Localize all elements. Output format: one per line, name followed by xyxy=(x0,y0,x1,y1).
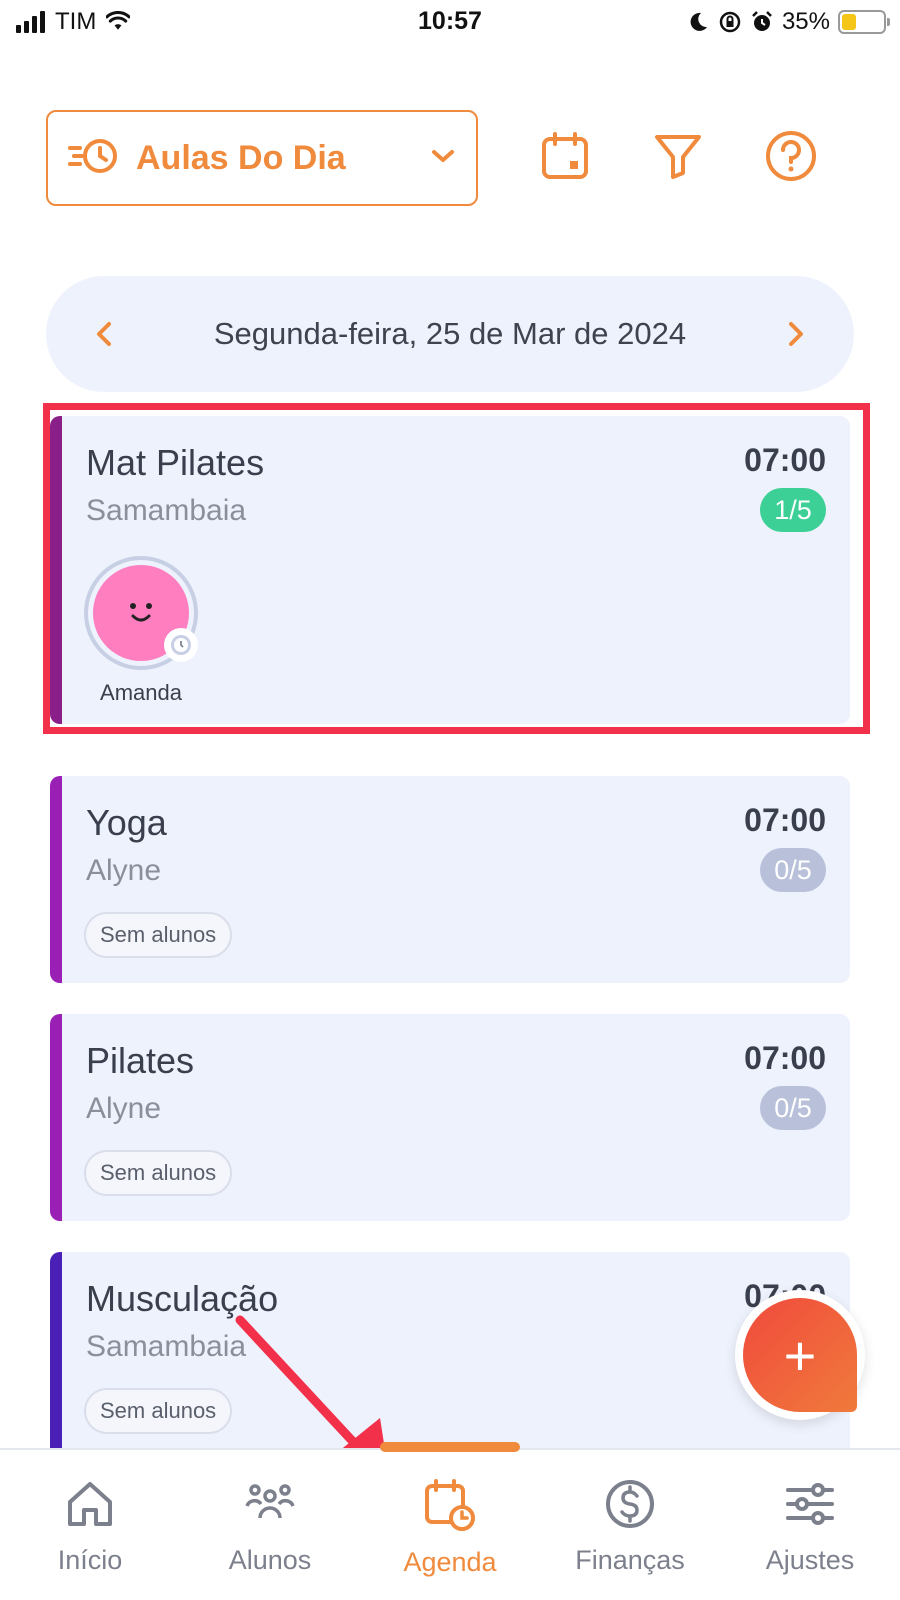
class-capacity-badge: 0/5 xyxy=(760,1086,826,1130)
filter-button[interactable] xyxy=(650,130,706,186)
nav-item-inicio[interactable]: Início xyxy=(0,1450,180,1600)
class-location: Samambaia xyxy=(86,1330,247,1363)
nav-item-alunos[interactable]: Alunos xyxy=(180,1450,360,1600)
class-color-accent xyxy=(50,1014,62,1221)
highlight-annotation xyxy=(43,403,870,734)
class-color-accent xyxy=(50,776,62,983)
no-students-chip: Sem alunos xyxy=(84,1150,233,1196)
class-card[interactable]: Yoga Alyne 07:00 0/5 Sem alunos xyxy=(50,776,850,983)
current-date: Segunda-feira, 25 de Mar de 2024 xyxy=(213,316,687,351)
status-right: 35% xyxy=(686,8,890,36)
nav-item-ajustes[interactable]: Ajustes xyxy=(720,1450,900,1600)
class-location: Alyne xyxy=(86,1092,162,1125)
help-button[interactable] xyxy=(763,130,819,186)
nav-item-financas[interactable]: Finanças xyxy=(540,1450,720,1600)
agenda-icon xyxy=(423,1478,477,1537)
battery-level xyxy=(842,14,856,30)
rotation-lock-icon xyxy=(718,10,742,34)
class-location: Alyne xyxy=(86,854,162,887)
class-title: Pilates xyxy=(86,1040,195,1081)
students-icon xyxy=(244,1478,296,1535)
add-class-button[interactable]: + xyxy=(735,1290,865,1420)
home-icon xyxy=(64,1478,116,1535)
nav-label: Agenda xyxy=(403,1547,497,1577)
nav-label: Alunos xyxy=(228,1545,312,1575)
class-title: Yoga xyxy=(86,802,167,843)
active-tab-indicator xyxy=(380,1442,520,1452)
plus-icon: + xyxy=(743,1298,857,1412)
class-card[interactable]: Musculação Samambaia 07:00 Sem alunos xyxy=(50,1252,850,1448)
nav-label: Início xyxy=(57,1545,123,1575)
moon-icon xyxy=(686,10,710,34)
view-selector-label: Aulas Do Dia xyxy=(136,138,346,177)
class-time: 07:00 xyxy=(744,1040,826,1076)
bottom-navigation: Início Alunos Agenda Finanças Ajustes xyxy=(0,1442,900,1600)
finance-icon xyxy=(604,1478,656,1535)
next-day-button[interactable] xyxy=(778,316,814,352)
calendar-button[interactable] xyxy=(537,130,593,186)
fast-clock-icon xyxy=(68,136,120,181)
class-color-accent xyxy=(50,1252,62,1448)
chevron-down-icon xyxy=(430,147,456,170)
class-card[interactable]: Pilates Alyne 07:00 0/5 Sem alunos xyxy=(50,1014,850,1221)
view-selector-dropdown[interactable]: Aulas Do Dia xyxy=(46,110,478,206)
no-students-chip: Sem alunos xyxy=(84,912,233,958)
battery-icon xyxy=(838,10,890,34)
no-students-chip: Sem alunos xyxy=(84,1388,233,1434)
nav-label: Finanças xyxy=(575,1545,685,1575)
alarm-icon xyxy=(750,10,774,34)
date-navigator: Segunda-feira, 25 de Mar de 2024 xyxy=(46,276,854,392)
filter-icon xyxy=(653,131,703,186)
settings-icon xyxy=(784,1478,836,1535)
status-bar: TIM 10:57 35% xyxy=(0,0,900,46)
help-icon xyxy=(764,129,818,188)
previous-day-button[interactable] xyxy=(86,316,122,352)
nav-label: Ajustes xyxy=(765,1545,855,1575)
class-time: 07:00 xyxy=(744,802,826,838)
class-capacity-badge: 0/5 xyxy=(760,848,826,892)
nav-item-agenda[interactable]: Agenda xyxy=(360,1442,540,1600)
battery-percent: 35% xyxy=(781,8,830,35)
calendar-icon xyxy=(540,131,590,186)
